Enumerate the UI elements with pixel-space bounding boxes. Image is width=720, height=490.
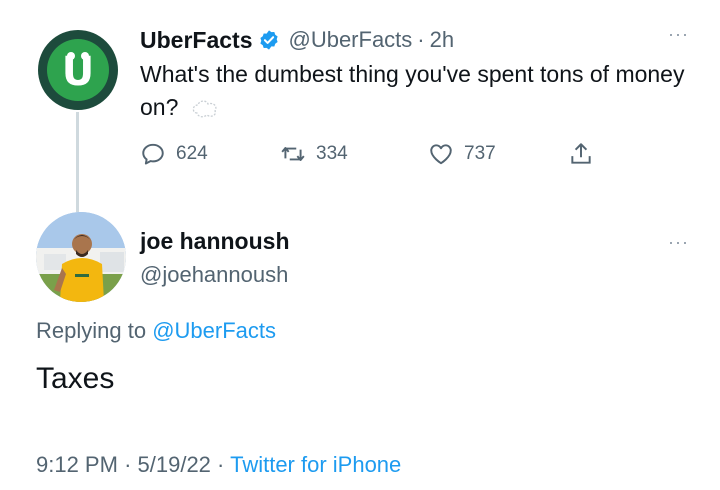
- avatar-dot: [81, 52, 89, 60]
- avatar-ring: U: [47, 39, 109, 101]
- separator-dot: ·: [417, 27, 425, 52]
- more-options-icon[interactable]: ···: [668, 232, 689, 253]
- joe-avatar[interactable]: [36, 212, 126, 302]
- reply-text: Taxes: [36, 362, 115, 395]
- like-button[interactable]: 737: [428, 140, 496, 168]
- share-icon: [571, 143, 591, 164]
- avatar-dot: [67, 52, 75, 60]
- reply-author-name-row: joe hannoush: [140, 228, 290, 255]
- reply-author-name[interactable]: joe hannoush: [140, 228, 290, 254]
- replying-to: Replying to @UberFacts: [36, 318, 276, 344]
- tweet-time[interactable]: 9:12 PM: [36, 452, 118, 477]
- tweet-actions: 624 334 737: [140, 140, 610, 168]
- heart-icon: [430, 144, 452, 165]
- reply-count: 624: [176, 143, 208, 164]
- separator-dot: ·: [217, 452, 225, 477]
- thinking-bubble-icon: [192, 100, 217, 118]
- profile-photo: [36, 212, 126, 302]
- reply-author-handle[interactable]: @joehannoush: [140, 262, 288, 287]
- reply-author-handle-row: @joehannoush: [140, 262, 288, 288]
- tweet-date[interactable]: 5/19/22: [138, 452, 211, 477]
- share-button[interactable]: [568, 140, 594, 168]
- retweet-count: 334: [316, 143, 348, 164]
- uberfacts-avatar[interactable]: U: [38, 30, 118, 110]
- tweet-source-link[interactable]: Twitter for iPhone: [230, 452, 401, 477]
- replying-to-mention[interactable]: @UberFacts: [152, 318, 276, 343]
- tweet-age[interactable]: 2h: [430, 27, 454, 53]
- tweet-author-handle[interactable]: @UberFacts: [288, 27, 412, 53]
- tweet-text: What's the dumbest thing you've spent to…: [140, 58, 700, 124]
- tweet-text-content: What's the dumbest thing you've spent to…: [140, 61, 685, 120]
- tweet-author-name[interactable]: UberFacts: [140, 27, 252, 54]
- retweet-button[interactable]: 334: [280, 140, 348, 168]
- separator-dot: ·: [124, 452, 132, 477]
- tweet-meta: 9:12 PM · 5/19/22 · Twitter for iPhone: [36, 452, 401, 478]
- tweet-header: UberFacts @UberFacts · 2h: [140, 25, 454, 55]
- verified-badge-icon: [260, 30, 279, 50]
- thread-line: [76, 112, 79, 212]
- reply-icon: [142, 143, 164, 165]
- reply-button[interactable]: 624: [140, 140, 208, 168]
- more-options-icon[interactable]: ···: [668, 24, 689, 45]
- retweet-icon: [281, 147, 305, 161]
- replying-to-label: Replying to: [36, 318, 147, 343]
- like-count: 737: [464, 143, 496, 164]
